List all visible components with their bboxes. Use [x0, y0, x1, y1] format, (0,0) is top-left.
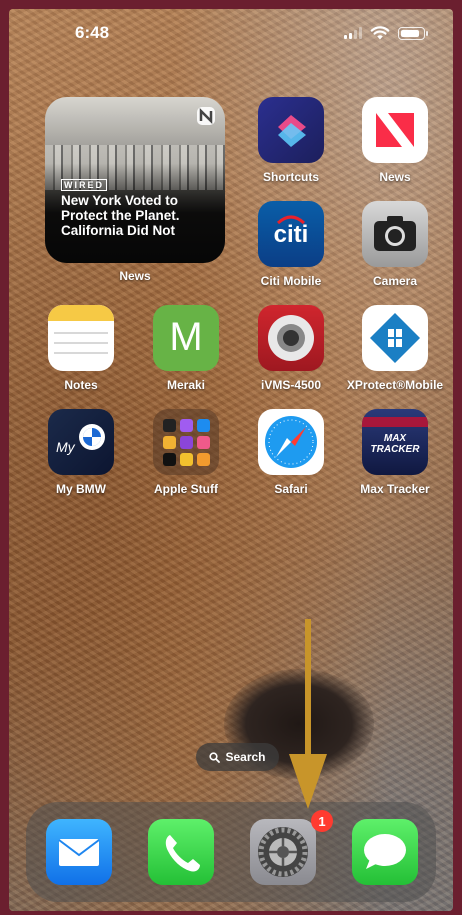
- app-meraki[interactable]: M Meraki: [136, 305, 236, 392]
- meraki-icon: M: [153, 305, 219, 371]
- xprotect-icon: [362, 305, 428, 371]
- app-citi-mobile[interactable]: citi Citi Mobile: [241, 201, 341, 288]
- app-notes[interactable]: Notes: [31, 305, 131, 392]
- news-widget[interactable]: WIRED New York Voted to Protect the Plan…: [45, 97, 225, 263]
- search-icon: [209, 751, 221, 763]
- app-camera[interactable]: Camera: [345, 201, 445, 288]
- home-screen: 6:48 WIRED New York Voted to Protect the…: [9, 9, 453, 911]
- widget-label: News: [119, 269, 151, 283]
- app-max-tracker[interactable]: MAX TRACKER Max Tracker: [345, 409, 445, 496]
- status-icons: [344, 26, 428, 40]
- settings-icon[interactable]: [250, 819, 316, 885]
- messages-icon[interactable]: [352, 819, 418, 885]
- widget-headline: New York Voted to Protect the Planet. Ca…: [61, 193, 180, 238]
- ivms-icon: [258, 305, 324, 371]
- notes-icon: [48, 305, 114, 371]
- citi-icon: citi: [258, 201, 324, 267]
- annotation-arrow: [289, 619, 327, 809]
- app-shortcuts[interactable]: Shortcuts: [241, 97, 341, 184]
- shortcuts-icon: [258, 97, 324, 163]
- mail-icon[interactable]: [46, 819, 112, 885]
- max-tracker-icon: MAX TRACKER: [362, 409, 428, 475]
- status-time: 6:48: [75, 23, 110, 42]
- folder-icon: [153, 409, 219, 475]
- status-bar: 6:48: [9, 9, 453, 55]
- news-icon: [362, 97, 428, 163]
- app-xprotect-mobile[interactable]: XProtect®Mobile: [345, 305, 445, 392]
- camera-icon: [362, 201, 428, 267]
- search-label: Search: [225, 750, 266, 764]
- widget-source: WIRED: [61, 179, 107, 191]
- spotlight-search-button[interactable]: Search: [196, 743, 279, 771]
- battery-icon: [398, 26, 428, 40]
- app-my-bmw[interactable]: My My BMW: [31, 409, 131, 496]
- app-news[interactable]: News: [345, 97, 445, 184]
- bmw-icon: My: [48, 409, 114, 475]
- dock: [26, 802, 436, 902]
- app-apple-stuff-folder[interactable]: Apple Stuff: [136, 409, 236, 496]
- app-safari[interactable]: Safari: [241, 409, 341, 496]
- wifi-icon: [370, 26, 390, 40]
- safari-icon: [258, 409, 324, 475]
- cellular-signal-icon: [344, 27, 362, 39]
- app-ivms-4500[interactable]: iVMS-4500: [241, 305, 341, 392]
- phone-icon[interactable]: [148, 819, 214, 885]
- news-badge-icon: [197, 107, 215, 125]
